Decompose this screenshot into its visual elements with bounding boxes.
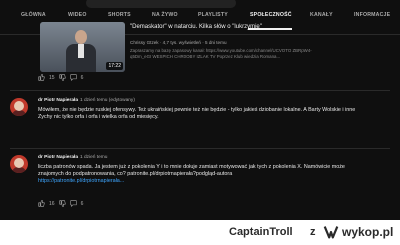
avatar[interactable]: [10, 98, 28, 116]
video-description: Zapraszamy na bazę zapasowy kanał: https…: [130, 48, 312, 59]
tab-playlists[interactable]: PLAYLISTY: [198, 12, 228, 18]
tab-community[interactable]: SPOŁECZNOŚĆ: [250, 12, 292, 18]
thumbs-up-icon[interactable]: [38, 74, 45, 81]
wykop-watermark: CaptainTroll z wykop.pl: [0, 220, 400, 245]
tab-channels[interactable]: KANAŁY: [310, 12, 333, 18]
tab-live[interactable]: NA ŻYWO: [152, 12, 178, 18]
tab-shorts[interactable]: SHORTS: [108, 12, 131, 18]
thumbnail-person: [66, 28, 96, 72]
video-duration: 17:22: [106, 62, 123, 70]
search-bar[interactable]: [86, 0, 236, 8]
post-text: Mówiłem, że nie będzie ruskiej ofensywy.…: [38, 107, 356, 120]
comment-count: 6: [80, 74, 84, 81]
post-text: liczba patronów spada. Ja jestem już z p…: [38, 164, 345, 184]
tab-videos[interactable]: WIDEO: [68, 12, 87, 18]
comment-icon[interactable]: [69, 200, 77, 207]
tab-about[interactable]: INFORMACJE: [354, 12, 390, 18]
post-time: 1 dzień temu: [80, 155, 108, 160]
watermark-z: z: [310, 226, 316, 238]
post-time: 1 dzień temu (edytowany): [80, 98, 135, 103]
like-count: 15: [49, 74, 55, 81]
video-title[interactable]: "Demaskator" w natarciu. Kilka słów o "l…: [130, 24, 310, 31]
avatar[interactable]: [10, 155, 28, 173]
post-actions: 15 6: [38, 74, 83, 81]
like-count: 16: [49, 200, 55, 207]
video-meta: Chrissy Gtzek · 4,7 tys. wyświetleń · 5 …: [130, 40, 227, 45]
community-feed: 17:22 "Demaskator" w natarciu. Kilka słó…: [10, 22, 390, 218]
community-post: 17:22 "Demaskator" w natarciu. Kilka słó…: [10, 22, 312, 86]
wykop-logo-icon: [323, 226, 339, 239]
video-thumbnail[interactable]: 17:22: [40, 22, 125, 72]
community-post: dr Piotr Napierała 1 dzień temu liczba pa…: [10, 155, 390, 217]
post-author[interactable]: dr Piotr Napierała 1 dzień temu: [38, 155, 107, 160]
watermark-site: wykop.pl: [342, 225, 394, 239]
divider: [10, 90, 390, 91]
tab-home[interactable]: GŁÓWNA: [21, 12, 46, 18]
reply-count: 6: [80, 200, 84, 207]
patronite-link[interactable]: https://patronite.pl/drpiotrnapierała...: [38, 178, 124, 184]
thumbs-down-icon[interactable]: [58, 200, 66, 207]
comment-icon[interactable]: [69, 74, 77, 81]
post-author[interactable]: dr Piotr Napierała 1 dzień temu (edytowan…: [38, 98, 135, 103]
watermark-username: CaptainTroll: [229, 226, 293, 238]
divider: [10, 148, 390, 149]
post-actions: 16 6: [38, 200, 83, 207]
thumbs-down-icon[interactable]: [58, 74, 66, 81]
thumbs-up-icon[interactable]: [38, 200, 45, 207]
community-post: dr Piotr Napierała 1 dzień temu (edytowan…: [10, 98, 390, 148]
